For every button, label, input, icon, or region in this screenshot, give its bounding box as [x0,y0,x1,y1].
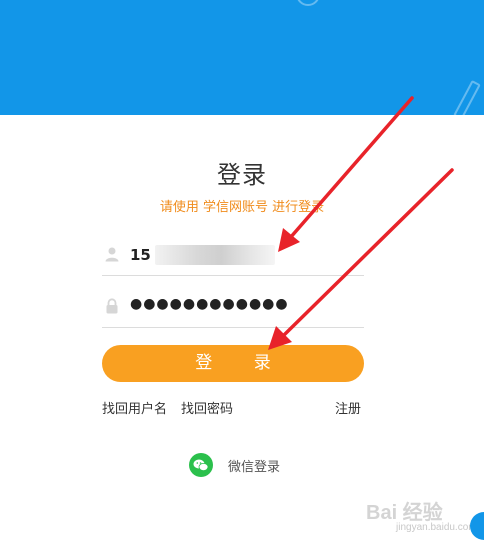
wechat-bubbles-icon [193,459,209,471]
wechat-icon [189,453,213,477]
baidu-jingyan-watermark: Bai 经验 jingyan.baidu.com [366,496,477,533]
login-button[interactable]: 登 录 [102,345,364,382]
wechat-login-button[interactable]: 微信登录 [189,452,280,478]
lock-icon [106,298,118,314]
wechat-login-label: 微信登录 [228,459,281,475]
password-field[interactable]: ●●●●●●●●●●●● [102,288,364,328]
login-hint: 请使用 学信网账号 进行登录 [159,200,325,215]
decoration-pencil-icon [453,79,481,115]
decoration-circle-icon [296,0,320,6]
password-value: ●●●●●●●●●●●● [130,296,289,312]
find-username-link[interactable]: 找回用户名 [102,398,167,417]
username-value: 15 [130,246,151,264]
top-banner [0,0,484,115]
username-field[interactable]: 15 [102,236,364,276]
blurred-username-mask [154,245,275,265]
watermark-brand: Bai 经验 [366,502,443,524]
login-page: 登录 请使用 学信网账号 进行登录 15 ●●●●●●●●●●●● 登 录 找回… [0,0,484,545]
username-value-wrapper: 15 [130,244,275,266]
page-title: 登录 [217,161,267,189]
user-icon [105,247,119,262]
watermark-url: jingyan.baidu.com [396,522,477,533]
register-link[interactable]: 注册 [335,398,361,417]
find-password-link[interactable]: 找回密码 [181,398,233,417]
